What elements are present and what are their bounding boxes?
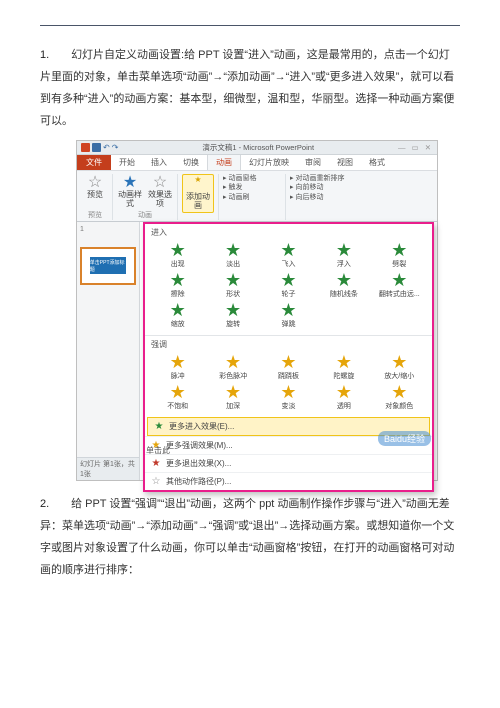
star-icon: ★ — [154, 421, 164, 432]
timing-reorder[interactable]: ▸ 对动画重新排序 — [290, 174, 344, 183]
more-path-label: 其他动作路径(P)... — [166, 476, 231, 487]
tab-file[interactable]: 文件 — [77, 155, 111, 170]
emph-item[interactable]: ★对象颜色 — [373, 383, 426, 411]
step-1-number: 1. — [40, 44, 68, 66]
ribbon-group-timing: ▸ 对动画重新排序 ▸ 向前移动 ▸ 向后移动 — [288, 174, 364, 220]
enter-item[interactable]: ★翻转式由远... — [373, 271, 426, 299]
enter-item[interactable]: ★旋转 — [206, 301, 259, 329]
add-anim-label: 添加动画 — [185, 193, 211, 211]
star-icon: ★ — [151, 458, 161, 469]
emph-item[interactable]: ★不饱和 — [151, 383, 204, 411]
tab-anim[interactable]: 动画 — [207, 155, 241, 170]
enter-item[interactable]: ★擦除 — [151, 271, 204, 299]
emph-item[interactable]: ★彩色脉冲 — [206, 353, 259, 381]
emph-item[interactable]: ★跷跷板 — [262, 353, 315, 381]
more-enter-label: 更多进入效果(E)... — [169, 421, 234, 432]
app-icon — [81, 143, 90, 152]
timing-next[interactable]: ▸ 向后移动 — [290, 193, 344, 202]
canvas-footnote: 单击此 — [146, 445, 170, 456]
top-rule — [40, 25, 460, 26]
more-emph-label: 更多强调效果(M)... — [166, 440, 233, 451]
step-1: 1. 幻灯片自定义动画设置:给 PPT 设置“进入”动画，这是最常用的，点击一个… — [40, 44, 460, 132]
undo-icon[interactable]: ↶ — [103, 143, 110, 152]
enter-item[interactable]: ★弹跳 — [262, 301, 315, 329]
enter-item[interactable]: ★浮入 — [317, 241, 370, 269]
anim-style-label: 动画样式 — [117, 191, 143, 209]
tab-insert[interactable]: 插入 — [143, 155, 175, 170]
redo-icon[interactable]: ↷ — [112, 143, 119, 152]
adv-trigger[interactable]: ▸ 触发 — [223, 183, 256, 192]
ribbon-group-preview: ☆ 预览 预览 — [80, 174, 113, 220]
ss-body: 1 单击PPT添加标题 幻灯片 第1张，共1张 进入 ★出现 ★淡出 ★飞入 ★… — [77, 222, 437, 480]
effect-opts-label: 效果选项 — [147, 191, 173, 209]
emph-item[interactable]: ★加深 — [206, 383, 259, 411]
enter-item[interactable]: ★出现 — [151, 241, 204, 269]
gallery-section-emph: 强调 — [145, 336, 432, 351]
anim-style-button[interactable]: ★ 动画样式 — [117, 174, 143, 209]
slide-thumb-1[interactable]: 单击PPT添加标题 — [80, 247, 136, 285]
add-anim-button[interactable]: ★ 添加动画 — [182, 174, 214, 213]
step-1-text: 幻灯片自定义动画设置:给 PPT 设置“进入”动画，这是最常用的，点击一个幻灯片… — [40, 49, 454, 127]
emph-item[interactable]: ★陀螺旋 — [317, 353, 370, 381]
effect-opts-button[interactable]: ☆ 效果选项 — [147, 174, 173, 209]
ribbon-group-advanced: ▸ 动画窗格 ▸ 触发 ▸ 动画刷 — [221, 174, 286, 220]
enter-item[interactable]: ★轮子 — [262, 271, 315, 299]
more-path[interactable]: ☆ 其他动作路径(P)... — [145, 472, 432, 490]
step-2-text: 给 PPT 设置“强调”“退出”动画，这两个 ppt 动画制作操作步骤与“进入”… — [40, 498, 454, 576]
status-bar: 幻灯片 第1张，共1张 — [77, 457, 139, 480]
timing-prev[interactable]: ▸ 向前移动 — [290, 183, 344, 192]
adv-brush[interactable]: ▸ 动画刷 — [223, 193, 256, 202]
emph-item[interactable]: ★脉冲 — [151, 353, 204, 381]
enter-item[interactable]: ★形状 — [206, 271, 259, 299]
anim-gallery[interactable]: 进入 ★出现 ★淡出 ★飞入 ★浮入 ★劈裂 ★擦除 ★形状 ★轮子 ★随机线条… — [143, 222, 434, 492]
watermark: Baidu经验 — [378, 431, 431, 446]
adv-pane[interactable]: ▸ 动画窗格 — [223, 174, 256, 183]
emph-item[interactable]: ★透明 — [317, 383, 370, 411]
preview-button[interactable]: ☆ 预览 — [82, 174, 108, 200]
enter-item[interactable]: ★劈裂 — [373, 241, 426, 269]
slide-thumb-title: 单击PPT添加标题 — [90, 257, 126, 274]
tab-trans[interactable]: 切换 — [175, 155, 207, 170]
star-icon: ☆ — [151, 476, 161, 487]
document-page: 1. 幻灯片自定义动画设置:给 PPT 设置“进入”动画，这是最常用的，点击一个… — [0, 0, 500, 609]
window-title: 演示文稿1 - Microsoft PowerPoint — [118, 142, 398, 153]
preview-label: 预览 — [87, 191, 103, 200]
gallery-emph-grid: ★脉冲 ★彩色脉冲 ★跷跷板 ★陀螺旋 ★放大/缩小 ★不饱和 ★加深 ★变淡 … — [145, 351, 432, 417]
gallery-section-enter: 进入 — [145, 224, 432, 239]
ribbon-group-add: ★ 添加动画 — [180, 174, 219, 220]
ribbon-group-anim: ★ 动画样式 ☆ 效果选项 动画 — [115, 174, 178, 220]
group-label-anim: 动画 — [138, 210, 152, 220]
step-2-number: 2. — [40, 493, 68, 515]
tab-view[interactable]: 视图 — [329, 155, 361, 170]
enter-item[interactable]: ★缩放 — [151, 301, 204, 329]
enter-item[interactable]: ★飞入 — [262, 241, 315, 269]
step-2: 2. 给 PPT 设置“强调”“退出”动画，这两个 ppt 动画制作操作步骤与“… — [40, 493, 460, 581]
gallery-enter-grid: ★出现 ★淡出 ★飞入 ★浮入 ★劈裂 ★擦除 ★形状 ★轮子 ★随机线条 ★翻… — [145, 239, 432, 335]
save-icon[interactable] — [92, 143, 101, 152]
tab-format[interactable]: 格式 — [361, 155, 393, 170]
edit-canvas: 进入 ★出现 ★淡出 ★飞入 ★浮入 ★劈裂 ★擦除 ★形状 ★轮子 ★随机线条… — [140, 222, 437, 480]
more-exit[interactable]: ★ 更多退出效果(X)... — [145, 454, 432, 472]
ribbon-tabs: 文件 开始 插入 切换 动画 幻灯片放映 审阅 视图 格式 — [77, 155, 437, 171]
window-controls[interactable]: — ▭ ✕ — [398, 143, 433, 152]
enter-item[interactable]: ★随机线条 — [317, 271, 370, 299]
emph-item[interactable]: ★变淡 — [262, 383, 315, 411]
ppt-screenshot: ↶ ↷ 演示文稿1 - Microsoft PowerPoint — ▭ ✕ 文… — [76, 140, 438, 481]
slide-panel: 1 单击PPT添加标题 幻灯片 第1张，共1张 — [77, 222, 140, 480]
tab-home[interactable]: 开始 — [111, 155, 143, 170]
enter-item[interactable]: ★淡出 — [206, 241, 259, 269]
emph-item[interactable]: ★放大/缩小 — [373, 353, 426, 381]
ribbon: ☆ 预览 预览 ★ 动画样式 ☆ 效果选项 动画 — [77, 171, 437, 222]
tab-show[interactable]: 幻灯片放映 — [241, 155, 297, 170]
more-exit-label: 更多退出效果(X)... — [166, 458, 231, 469]
title-bar: ↶ ↷ 演示文稿1 - Microsoft PowerPoint — ▭ ✕ — [77, 141, 437, 155]
group-label-preview: 预览 — [88, 210, 102, 220]
tab-review[interactable]: 审阅 — [297, 155, 329, 170]
